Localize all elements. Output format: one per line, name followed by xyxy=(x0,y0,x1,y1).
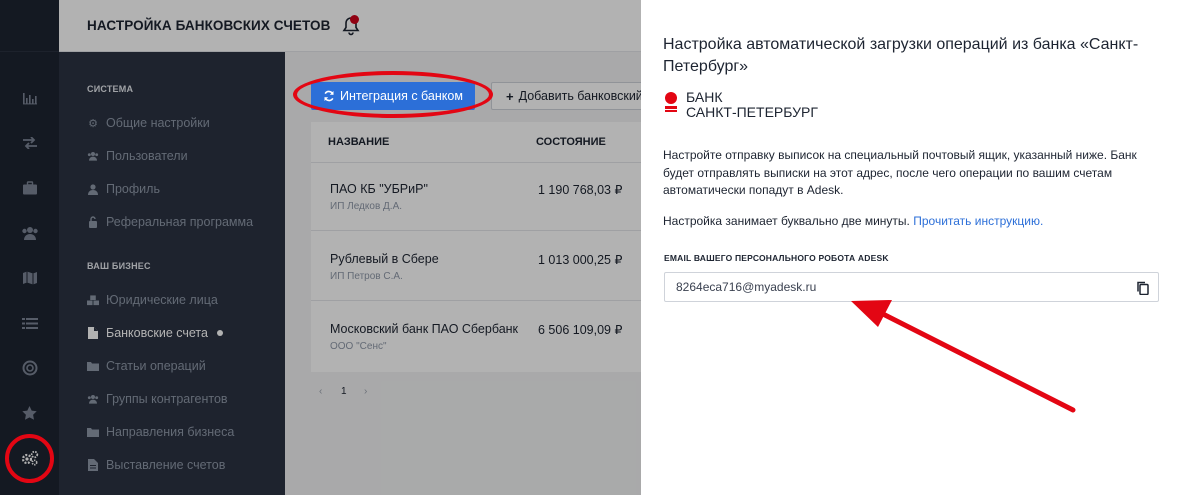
nav-item-label: Выставление счетов xyxy=(106,458,226,472)
account-owner: ООО "Сенс" xyxy=(330,341,387,352)
annotation-circle-settings xyxy=(5,434,54,483)
bank-accounts-table: НАЗВАНИЕ СОСТОЯНИЕ ПАО КБ "УБРиР" ИП Лед… xyxy=(311,122,651,372)
briefcase-icon[interactable] xyxy=(0,176,59,200)
settings-sidebar: СИСТЕМА ⚙ Общие настройки Пользователи П… xyxy=(59,52,285,495)
star-icon[interactable] xyxy=(0,401,59,425)
bank-integration-panel: Настройка автоматической загрузки операц… xyxy=(641,0,1177,495)
bank-logo-bar xyxy=(665,106,677,109)
file-text-icon xyxy=(87,459,99,471)
nav-item-invoicing[interactable]: Выставление счетов xyxy=(87,458,225,472)
setup-note-line: Настройка занимает буквально две минуты.… xyxy=(663,213,1158,231)
panel-title: Настройка автоматической загрузки операц… xyxy=(663,36,1139,75)
bank-logo-bar xyxy=(665,110,677,112)
nav-item-business-directions[interactable]: Направления бизнеса xyxy=(87,425,234,439)
nav-item-referral[interactable]: Реферальная программа xyxy=(87,215,253,229)
folder-icon xyxy=(87,427,99,437)
account-balance: 1 013 000,25 ₽ xyxy=(538,253,623,267)
robot-email-value: 8264eca716@myadesk.ru xyxy=(676,280,817,294)
copy-icon[interactable] xyxy=(1136,281,1150,295)
account-name: Рублевый в Сбере xyxy=(330,252,439,266)
annotation-oval-integration xyxy=(293,71,493,118)
nav-item-operation-categories[interactable]: Статьи операций xyxy=(87,359,206,373)
nav-section-system: СИСТЕМА xyxy=(87,84,134,94)
account-name: Московский банк ПАО Сбербанк xyxy=(330,322,519,336)
nav-item-label: Банковские счета xyxy=(106,326,208,340)
list-icon[interactable] xyxy=(0,311,59,335)
icon-rail xyxy=(0,0,59,495)
transfer-icon[interactable] xyxy=(0,131,59,155)
account-balance: 6 506 109,09 ₽ xyxy=(538,323,623,337)
row-divider xyxy=(311,230,651,231)
nav-item-label: Направления бизнеса xyxy=(106,425,235,439)
nav-item-label: Профиль xyxy=(106,182,160,196)
pager-next[interactable]: › xyxy=(364,386,367,397)
instruction-link[interactable]: Прочитать инструкцию. xyxy=(913,214,1043,228)
nav-item-label: Реферальная программа xyxy=(106,215,254,229)
users-icon[interactable] xyxy=(0,221,59,245)
page-header: НАСТРОЙКА БАНКОВСКИХ СЧЕТОВ xyxy=(59,0,641,52)
nav-section-business: ВАШ БИЗНЕС xyxy=(87,261,151,271)
nav-item-label: Группы контрагентов xyxy=(106,392,228,406)
nav-item-label: Юридические лица xyxy=(106,293,218,307)
add-bank-account-button[interactable]: + Добавить банковский xyxy=(491,82,651,110)
rail-logo-area xyxy=(0,0,59,52)
users-icon xyxy=(87,151,99,161)
bank-logo-mark xyxy=(665,92,677,104)
column-header-status: СОСТОЯНИЕ xyxy=(536,136,606,148)
lifebuoy-icon[interactable] xyxy=(0,356,59,380)
header-divider xyxy=(311,162,651,163)
active-indicator-dot xyxy=(216,330,223,336)
map-icon[interactable] xyxy=(0,266,59,290)
column-header-name: НАЗВАНИЕ xyxy=(328,136,390,148)
nav-item-label: Статьи операций xyxy=(106,359,206,373)
cubes-icon xyxy=(87,294,99,306)
chart-icon[interactable] xyxy=(0,86,59,110)
users-icon xyxy=(87,394,99,404)
row-divider xyxy=(311,300,651,301)
nav-item-legal-entities[interactable]: Юридические лица xyxy=(87,293,218,307)
nav-item-profile[interactable]: Профиль xyxy=(87,182,160,196)
folder-icon xyxy=(87,361,99,371)
nav-item-counterparty-groups[interactable]: Группы контрагентов xyxy=(87,392,228,406)
file-icon xyxy=(87,327,99,339)
gear-icon: ⚙ xyxy=(88,117,98,130)
unlock-icon xyxy=(87,216,99,228)
notification-badge xyxy=(350,15,359,24)
user-icon xyxy=(87,183,99,195)
nav-item-bank-accounts[interactable]: Банковские счета xyxy=(87,326,223,340)
plus-icon: + xyxy=(506,88,514,104)
nav-item-label: Пользователи xyxy=(106,149,188,163)
account-balance: 1 190 768,03 ₽ xyxy=(538,183,623,197)
nav-item-users[interactable]: Пользователи xyxy=(87,149,188,163)
add-bank-account-label: Добавить банковский xyxy=(518,89,643,103)
account-name: ПАО КБ "УБРиР" xyxy=(330,182,428,196)
email-field-label: EMAIL ВАШЕГО ПЕРСОНАЛЬНОГО РОБОТА ADESK xyxy=(664,253,889,263)
pager-current-page[interactable]: 1 xyxy=(341,386,347,397)
panel-description: Настройте отправку выписок на специальны… xyxy=(663,148,1137,197)
bank-name-line2: САНКТ-ПЕТЕРБУРГ xyxy=(686,104,818,120)
account-owner: ИП Петров С.А. xyxy=(330,271,403,282)
page-title: НАСТРОЙКА БАНКОВСКИХ СЧЕТОВ xyxy=(87,18,331,33)
nav-item-general-settings[interactable]: ⚙ Общие настройки xyxy=(87,116,210,130)
nav-item-label: Общие настройки xyxy=(106,116,210,130)
bank-name-line1: БАНК xyxy=(686,89,723,105)
robot-email-field[interactable]: 8264eca716@myadesk.ru xyxy=(664,272,1159,302)
pager-prev[interactable]: ‹ xyxy=(319,386,322,397)
setup-note: Настройка занимает буквально две минуты. xyxy=(663,214,910,228)
account-owner: ИП Ледков Д.А. xyxy=(330,201,403,212)
